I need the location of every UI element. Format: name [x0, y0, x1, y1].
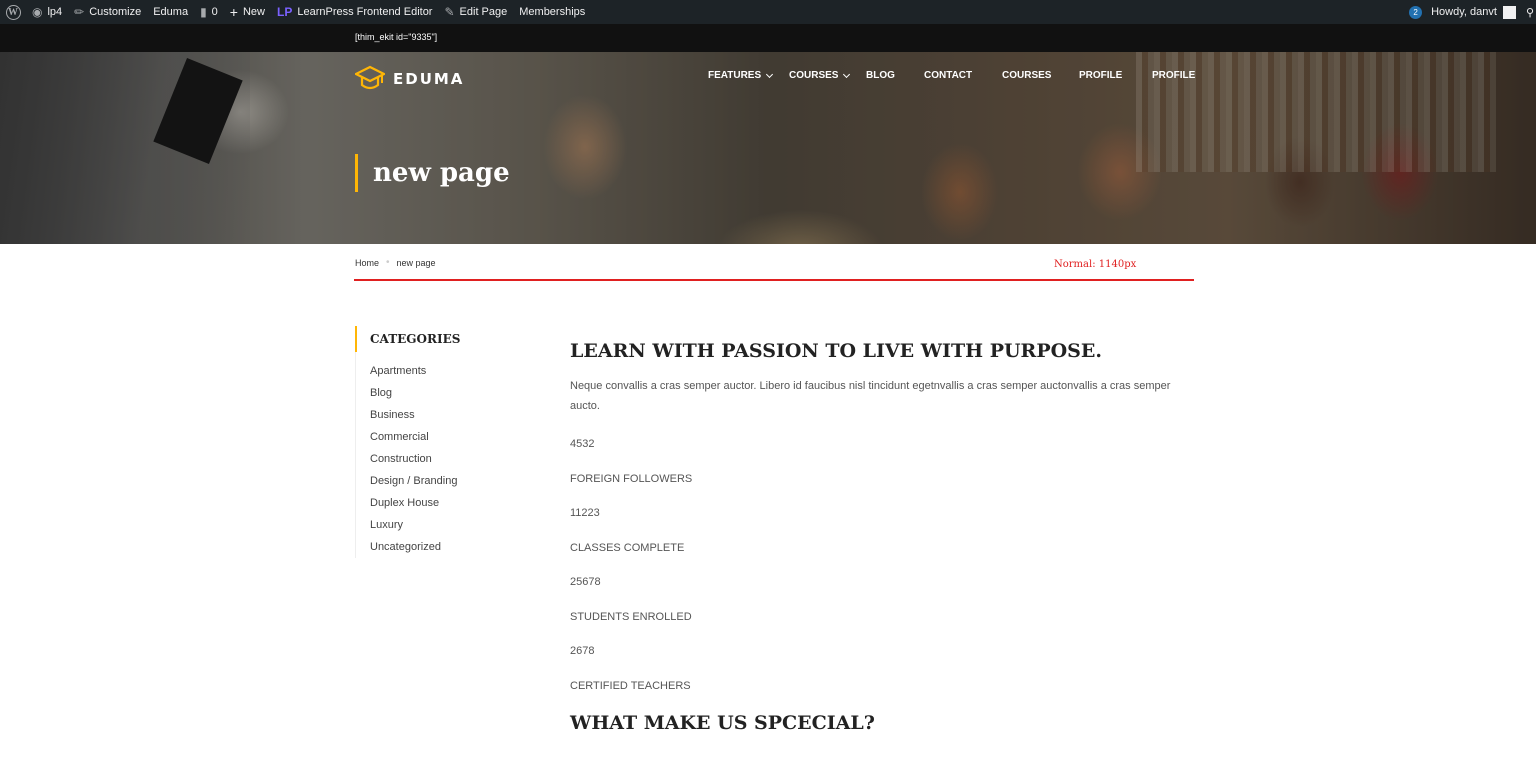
- nav-profile[interactable]: PROFILE: [1079, 70, 1122, 81]
- admin-learnpress-editor[interactable]: LP LearnPress Frontend Editor: [271, 0, 438, 24]
- breadcrumb-current: new page: [396, 257, 436, 268]
- breadcrumb-home[interactable]: Home: [355, 258, 379, 268]
- nav-blog-label: BLOG: [866, 70, 895, 81]
- graduation-cap-icon: [353, 65, 387, 93]
- content-heading: LEARN WITH PASSION TO LIVE WITH PURPOSE.: [570, 340, 1102, 362]
- nav-contact-label: CONTACT: [924, 70, 973, 81]
- nav-features-label: FEATURES: [708, 70, 762, 81]
- admin-theme-link[interactable]: Eduma: [147, 0, 194, 24]
- category-link[interactable]: Design / Branding: [370, 470, 535, 492]
- nav-courses-2-label: COURSES: [1002, 70, 1052, 81]
- admin-memberships-label: Memberships: [519, 6, 586, 18]
- dashboard-icon: ◉: [32, 5, 43, 19]
- categories-list: Apartments Blog Business Commercial Cons…: [355, 352, 535, 558]
- avatar[interactable]: [1502, 5, 1516, 19]
- admin-site-name[interactable]: ◉ lp4: [26, 0, 68, 24]
- notification-badge[interactable]: 2: [1409, 5, 1423, 19]
- admin-theme-label: Eduma: [153, 6, 189, 18]
- category-link[interactable]: Blog: [370, 382, 535, 404]
- chevron-down-icon: [766, 70, 774, 78]
- debug-width-line: [354, 279, 1194, 281]
- categories-widget: CATEGORIES Apartments Blog Business Comm…: [355, 326, 535, 558]
- main-content: LEARN WITH PASSION TO LIVE WITH PURPOSE.…: [570, 340, 1190, 734]
- breadcrumb: Home • new page: [355, 257, 436, 268]
- nav-features[interactable]: FEATURES: [708, 70, 774, 81]
- hero-banner: EDUMA FEATURES COURSES BLOG CONTACT COUR…: [0, 52, 1536, 244]
- search-icon[interactable]: ⚲: [1526, 6, 1534, 19]
- admin-edit-page-label: Edit Page: [459, 6, 508, 18]
- site-logo[interactable]: EDUMA: [353, 65, 465, 93]
- content-heading-2: WHAT MAKE US SPCECIAL?: [570, 712, 875, 734]
- nav-profile-label: PROFILE: [1079, 70, 1123, 81]
- category-link[interactable]: Duplex House: [370, 492, 535, 514]
- stat-value: 25678: [570, 576, 601, 588]
- stat-label: FOREIGN FOLLOWERS: [570, 473, 693, 485]
- category-link[interactable]: Construction: [370, 448, 535, 470]
- nav-courses-dropdown[interactable]: COURSES: [789, 70, 851, 81]
- content-paragraph: Neque convallis a cras semper auctor. Li…: [570, 380, 1171, 412]
- nav-courses-label: COURSES: [789, 70, 839, 81]
- logo-text: EDUMA: [393, 70, 465, 88]
- admin-bar: W ◉ lp4 ✏ Customize Eduma ▮ 0 + New LP L…: [0, 0, 1536, 24]
- nav-blog[interactable]: BLOG: [866, 70, 895, 81]
- nav-profile-2-label: PROFILE: [1152, 70, 1196, 81]
- category-link[interactable]: Business: [370, 404, 535, 426]
- admin-edit-page[interactable]: ✎ Edit Page: [438, 0, 513, 24]
- categories-title: CATEGORIES: [355, 326, 535, 352]
- pencil-icon: ✎: [444, 5, 455, 19]
- admin-site-label: lp4: [47, 6, 63, 18]
- admin-memberships[interactable]: Memberships: [513, 0, 591, 24]
- nav-contact[interactable]: CONTACT: [924, 70, 972, 81]
- plus-icon: +: [229, 4, 238, 20]
- nav-courses[interactable]: COURSES: [1002, 70, 1051, 81]
- stat-value: 11223: [570, 507, 600, 519]
- admin-new-label: New: [242, 6, 265, 18]
- category-link[interactable]: Apartments: [370, 360, 535, 382]
- shortcode-text: [thim_ekit id="9335"]: [355, 32, 438, 42]
- page-title: new page: [355, 154, 510, 192]
- stat-value: 4532: [570, 438, 595, 450]
- stat-label: STUDENTS ENROLLED: [570, 611, 692, 623]
- breadcrumb-separator-icon: •: [386, 257, 390, 268]
- category-link[interactable]: Commercial: [370, 426, 535, 448]
- category-link[interactable]: Luxury: [370, 514, 535, 536]
- shortcode-strip: [thim_ekit id="9335"]: [0, 24, 1536, 52]
- brush-icon: ✏: [74, 5, 85, 19]
- admin-new[interactable]: + New: [224, 0, 271, 24]
- debug-width-label: Normal: 1140px: [1054, 259, 1137, 270]
- admin-comments[interactable]: ▮ 0: [194, 0, 224, 24]
- admin-customize[interactable]: ✏ Customize: [68, 0, 147, 24]
- stat-value: 2678: [570, 645, 595, 657]
- wordpress-menu[interactable]: W: [0, 0, 26, 24]
- comment-icon: ▮: [200, 5, 207, 19]
- stat-label: CLASSES COMPLETE: [570, 542, 685, 554]
- admin-customize-label: Customize: [89, 6, 142, 18]
- category-link[interactable]: Uncategorized: [370, 536, 535, 558]
- admin-learnpress-label: LearnPress Frontend Editor: [297, 6, 433, 18]
- wordpress-logo-icon: W: [5, 4, 21, 20]
- learnpress-icon: LP: [277, 5, 293, 19]
- admin-comments-count: 0: [211, 6, 218, 18]
- howdy-user[interactable]: Howdy, danvt: [1431, 6, 1497, 18]
- nav-profile-2[interactable]: PROFILE: [1152, 70, 1195, 81]
- stat-label: CERTIFIED TEACHERS: [570, 680, 691, 692]
- chevron-down-icon: [843, 70, 851, 78]
